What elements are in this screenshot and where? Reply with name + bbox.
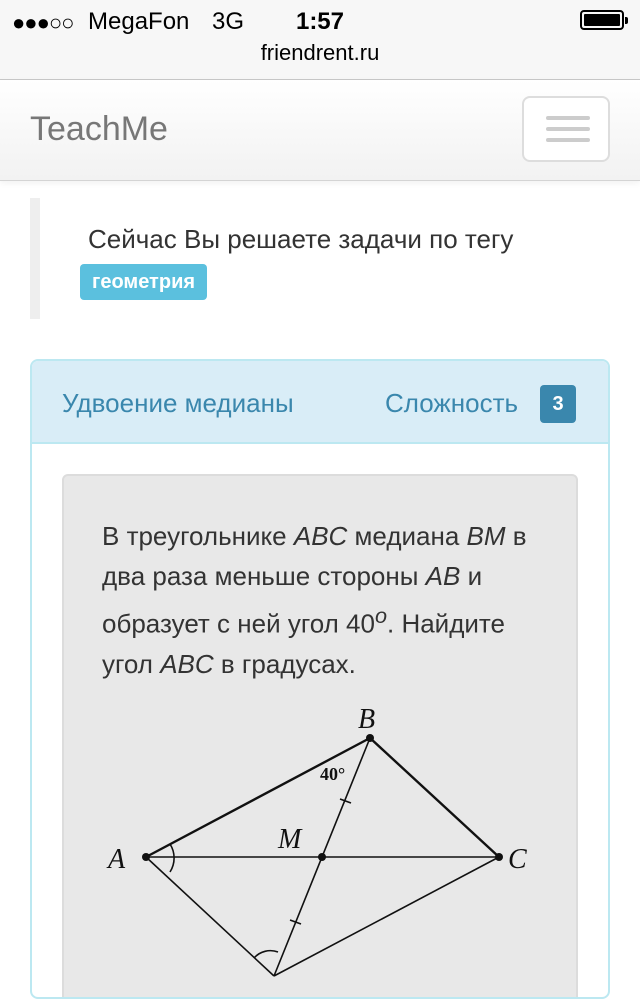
problem-statement: В треугольнике ABC медиана BM в два раза… (102, 516, 562, 684)
tag-notice: Сейчас Вы решаете задачи по тегу геометр… (30, 198, 610, 319)
angle-arc-d (253, 949, 279, 959)
problem-var: AB (425, 561, 461, 591)
problem-var: BM (466, 521, 506, 551)
side-ab (144, 736, 372, 859)
angle-label: 40° (320, 764, 345, 784)
triangle-figure: A B C M 40° (106, 704, 527, 977)
tag-notice-text: Сейчас Вы решаете задачи по тегу (88, 224, 514, 254)
side-bc (368, 736, 501, 859)
point-b (366, 734, 374, 742)
navbar: TeachMe (0, 80, 640, 181)
tag-badge[interactable]: геометрия (80, 264, 208, 300)
battery-icon (580, 10, 628, 30)
hamburger-icon (546, 127, 590, 131)
address-bar[interactable]: friendrent.ru (0, 40, 640, 66)
degree-sign: o (374, 603, 387, 628)
difficulty-label: Сложность (385, 388, 519, 418)
status-time: 1:57 (295, 8, 345, 35)
problem-var: ABC (160, 648, 214, 679)
menu-toggle-button[interactable] (522, 96, 610, 162)
task-title[interactable]: Удвоение медианы (62, 388, 294, 419)
label-c: C (508, 844, 527, 875)
task-panel-heading: Удвоение медианы Сложность 3 (32, 361, 608, 444)
problem-text: В треугольнике (102, 521, 294, 551)
label-m: M (277, 824, 303, 855)
hamburger-icon (546, 116, 590, 120)
hamburger-icon (546, 138, 590, 142)
status-bar: ●●●○○ MegaFon 3G 1:57 friendrent.ru (0, 0, 640, 80)
point-m (318, 853, 326, 861)
problem-var: ABC (293, 521, 348, 551)
point-a (142, 853, 150, 861)
task-panel: Удвоение медианы Сложность 3 В треугольн… (30, 359, 610, 999)
point-c (495, 853, 503, 861)
problem-card: В треугольнике ABC медиана BM в два раза… (62, 474, 578, 997)
difficulty-badge: 3 (540, 385, 576, 423)
segment-dc (273, 856, 500, 977)
angle-arc-a (169, 843, 175, 873)
brand-logo[interactable]: TeachMe (30, 110, 168, 149)
label-b: B (358, 704, 375, 735)
label-a: A (106, 844, 126, 875)
problem-text: в градусах. (213, 648, 356, 679)
problem-text: медиана (347, 521, 467, 551)
